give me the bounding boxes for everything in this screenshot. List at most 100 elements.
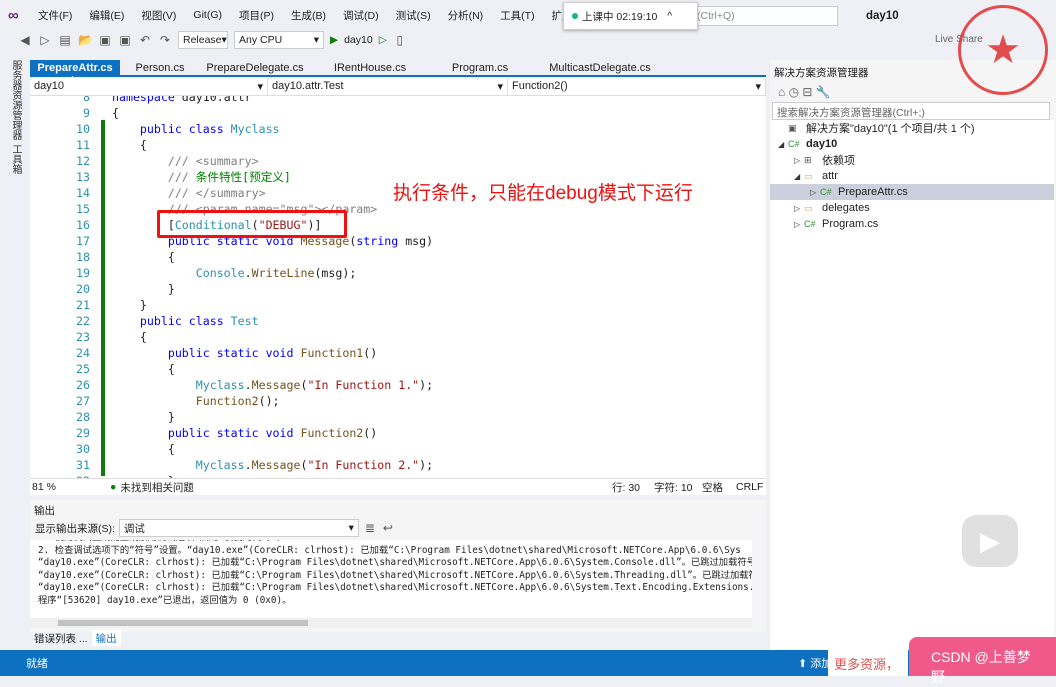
- configuration-dropdown[interactable]: Release ▾: [178, 31, 228, 49]
- tab-output[interactable]: 输出: [91, 630, 121, 646]
- expand-arrow-icon[interactable]: ▷: [810, 188, 820, 197]
- collapse-icon[interactable]: ⊟: [802, 85, 812, 99]
- zoom-level[interactable]: 81 %: [30, 481, 80, 493]
- status-dot-icon: [572, 13, 578, 19]
- menu-analyze[interactable]: 分析(N): [448, 8, 484, 23]
- redo-icon[interactable]: ↷: [158, 33, 172, 47]
- menu-build[interactable]: 生成(B): [291, 8, 326, 23]
- csdn-watermark: CSDN @上善梦野: [909, 637, 1056, 685]
- output-text[interactable]: 1. 使用调试生成配置或禁用调试选项“启用“仅我的代码”。2. 检查调试选项下的…: [30, 540, 752, 618]
- save-all-icon[interactable]: ▣: [118, 33, 132, 47]
- line-number: 29: [76, 426, 90, 440]
- solution-icon: ▣: [788, 122, 797, 133]
- column-number: 字符: 10: [654, 481, 693, 494]
- menu-git[interactable]: Git(G): [193, 9, 222, 21]
- history-icon[interactable]: ◷: [789, 85, 799, 99]
- change-indicator-bar: [101, 120, 105, 476]
- project-dropdown[interactable]: day10 ▾: [30, 78, 268, 95]
- line-number: 16: [76, 218, 90, 232]
- menu-edit[interactable]: 编辑(E): [89, 8, 124, 23]
- back-icon[interactable]: ◀: [18, 33, 32, 47]
- tab-multicastdelegate[interactable]: MulticastDelegate.cs: [530, 60, 670, 75]
- tab-error-list[interactable]: 错误列表 ...: [30, 630, 92, 646]
- menu-test[interactable]: 测试(S): [396, 8, 431, 23]
- code-text: {: [139, 330, 147, 344]
- menu-debug[interactable]: 调试(D): [343, 8, 379, 23]
- output-line: “day10.exe”(CoreCLR: clrhost): 已加载“C:\Pr…: [38, 569, 752, 581]
- line-number: 10: [76, 122, 90, 136]
- tab-irenthouse[interactable]: IRentHouse.cs: [310, 60, 430, 75]
- server-explorer-tab[interactable]: 服务器资源管理器: [8, 60, 23, 140]
- tree-item[interactable]: ◢ C# day10: [770, 136, 1054, 152]
- bottom-tabs: 错误列表 ... 输出: [30, 630, 121, 646]
- save-icon[interactable]: ▣: [98, 33, 112, 47]
- issues-status[interactable]: 未找到相关问题: [120, 480, 194, 495]
- line-number: 行: 30: [612, 481, 641, 494]
- word-wrap-icon[interactable]: ↩: [381, 521, 395, 535]
- line-number: 25: [76, 362, 90, 376]
- solution-search-input[interactable]: 搜索解决方案资源管理器(Ctrl+;): [772, 102, 1050, 120]
- platform-value: Any CPU: [239, 34, 283, 46]
- expand-arrow-icon[interactable]: ▷: [794, 156, 804, 165]
- clear-all-icon[interactable]: ≣: [363, 521, 377, 535]
- menu-view[interactable]: 视图(V): [141, 8, 176, 23]
- expand-arrow-icon[interactable]: ▷: [794, 204, 804, 213]
- line-number: 26: [76, 378, 90, 392]
- tree-item[interactable]: ◢ ▭ attr: [770, 168, 1054, 184]
- code-text: Console.WriteLine(msg);: [195, 266, 357, 280]
- csharp-project-icon: C#: [788, 139, 800, 149]
- tree-item[interactable]: ▷ ⊞ 依赖项: [770, 152, 1054, 168]
- csharp-file-icon: C#: [820, 187, 832, 197]
- wrench-icon[interactable]: 🔧: [816, 85, 831, 99]
- solution-tree: ▣ 解决方案"day10"(1 个项目/共 1 个) ◢ C# day10 ▷ ⊞ 依赖项 ◢ ▭…: [770, 120, 1054, 650]
- type-dropdown[interactable]: day10.attr.Test ▾: [268, 78, 508, 95]
- tree-item[interactable]: ▣ 解决方案"day10"(1 个项目/共 1 个): [770, 120, 1054, 136]
- play-icon[interactable]: ▶: [962, 515, 1018, 567]
- tab-prepareattr[interactable]: PrepareAttr.cs ⊣ ✕: [30, 60, 120, 87]
- code-text: namespace day10.attr: [112, 96, 252, 104]
- code-editor[interactable]: 8 namespace day10.attr 9 {10 public class M…: [30, 96, 766, 478]
- platform-dropdown[interactable]: Any CPU ▾: [234, 31, 324, 49]
- code-text: }: [167, 410, 175, 424]
- home-icon[interactable]: ⌂: [778, 85, 785, 99]
- tree-item[interactable]: ▷ C# PrepareAttr.cs: [770, 184, 1054, 200]
- start-button[interactable]: day10: [344, 34, 373, 46]
- output-title: 输出: [34, 505, 55, 517]
- line-number: 14: [76, 186, 90, 200]
- expand-arrow-icon[interactable]: ◢: [778, 140, 788, 149]
- line-number: 8: [83, 96, 90, 104]
- line-number: 22: [76, 314, 90, 328]
- toolbox-tab[interactable]: 工具箱: [8, 144, 23, 174]
- editor-status-bar: 81 % ● 未找到相关问题 行: 30 字符: 10 空格 CRLF: [30, 478, 766, 495]
- code-text: public static void Function1(): [167, 346, 378, 360]
- menu-project[interactable]: 项目(P): [239, 8, 274, 23]
- search-input[interactable]: (Ctrl+Q): [690, 6, 838, 26]
- menu-file[interactable]: 文件(F): [38, 8, 72, 23]
- expand-arrow-icon[interactable]: ◢: [794, 172, 804, 181]
- member-dropdown[interactable]: Function2() ▾: [508, 78, 766, 95]
- open-icon[interactable]: 📂: [78, 33, 93, 47]
- forward-icon[interactable]: ▷: [38, 33, 52, 47]
- tree-item[interactable]: ▷ C# Program.cs: [770, 216, 1054, 232]
- output-line: 2. 检查调试选项下的“符号”设置。“day10.exe”(CoreCLR: c…: [38, 544, 741, 556]
- tab-preparedelegate[interactable]: PrepareDelegate.cs: [200, 60, 310, 75]
- bookmark-icon[interactable]: ▯: [393, 33, 407, 47]
- tab-program[interactable]: Program.cs: [430, 60, 530, 75]
- start-icon[interactable]: ▶: [330, 34, 338, 46]
- line-number: 23: [76, 330, 90, 344]
- horizontal-scrollbar[interactable]: [30, 618, 752, 628]
- chevron-up-icon[interactable]: ^: [667, 10, 672, 22]
- toolbar: ◀ ▷ ▤ 📂 ▣ ▣ ↶ ↷ Release ▾ Any CPU ▾ ▶ day1…: [0, 30, 770, 50]
- expand-arrow-icon[interactable]: ▷: [794, 220, 804, 229]
- menu-tools[interactable]: 工具(T): [500, 8, 534, 23]
- tree-item[interactable]: ▷ ▭ delegates: [770, 200, 1054, 216]
- start-without-debug-icon[interactable]: ▷: [379, 34, 387, 46]
- tab-person[interactable]: Person.cs: [120, 60, 200, 75]
- output-source-dropdown[interactable]: 调试 ▾: [118, 519, 359, 537]
- new-project-icon[interactable]: ▤: [58, 33, 72, 47]
- undo-icon[interactable]: ↶: [138, 33, 152, 47]
- output-panel: 输出 显示输出来源(S): 调试▾ ≣ ↩ 1. 使用调试生成配置或禁用调试选项…: [30, 500, 766, 632]
- line-number: 24: [76, 346, 90, 360]
- dependencies-icon: ⊞: [804, 154, 812, 165]
- output-line: “day10.exe”(CoreCLR: clrhost): 已加载“C:\Pr…: [38, 557, 752, 568]
